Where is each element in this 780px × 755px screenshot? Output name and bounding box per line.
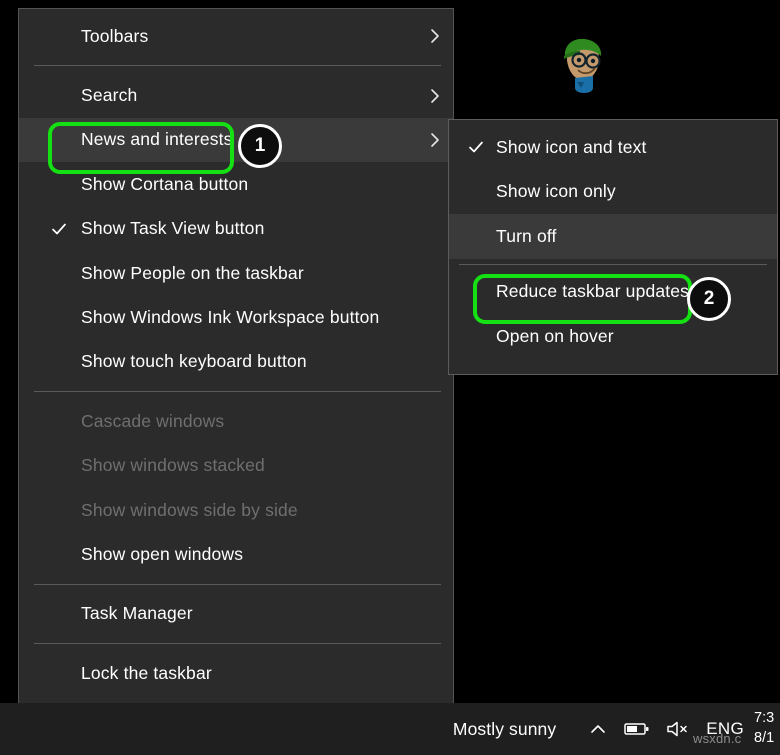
menu-separator — [34, 643, 441, 644]
menu-item-label: Show touch keyboard button — [81, 351, 307, 372]
menu-item-label: News and interests — [81, 129, 233, 150]
submenu-separator — [459, 264, 767, 265]
chevron-right-icon — [427, 132, 443, 148]
menu-item-label: Show Windows Ink Workspace button — [81, 307, 379, 328]
battery-icon[interactable] — [624, 721, 650, 737]
submenu-item-label: Turn off — [496, 226, 557, 247]
menu-item-label: Toolbars — [81, 26, 148, 47]
checkmark-icon — [51, 221, 67, 237]
menu-item-lock-the-taskbar[interactable]: Lock the taskbar — [19, 651, 453, 695]
checkmark-icon — [468, 139, 484, 155]
menu-item-label: Lock the taskbar — [81, 663, 212, 684]
menu-item-show-people-on-the-taskbar[interactable]: Show People on the taskbar — [19, 251, 453, 295]
windows-taskbar: Mostly sunny ENG 7:3 8/1 — [0, 703, 780, 755]
submenu-item-open-on-hover[interactable]: Open on hover — [449, 314, 777, 359]
menu-item-show-open-windows[interactable]: Show open windows — [19, 532, 453, 576]
menu-item-show-windows-ink-workspace-button[interactable]: Show Windows Ink Workspace button — [19, 295, 453, 339]
menu-item-news-and-interests[interactable]: News and interests — [19, 118, 453, 162]
menu-item-label: Show Task View button — [81, 218, 264, 239]
submenu-item-show-icon-and-text[interactable]: Show icon and text — [449, 125, 777, 170]
menu-item-label: Cascade windows — [81, 411, 224, 432]
menu-item-label: Show Cortana button — [81, 174, 248, 195]
chevron-right-icon — [427, 88, 443, 104]
chevron-right-icon — [427, 28, 443, 44]
submenu-item-reduce-taskbar-updates[interactable]: Reduce taskbar updates — [449, 270, 777, 315]
clock-date: 8/1 — [754, 729, 780, 749]
menu-item-show-windows-stacked: Show windows stacked — [19, 444, 453, 488]
menu-item-show-windows-side-by-side: Show windows side by side — [19, 488, 453, 532]
menu-item-show-task-view-button[interactable]: Show Task View button — [19, 207, 453, 251]
news-and-interests-submenu: Show icon and text Show icon only Turn o… — [448, 119, 778, 375]
submenu-item-label: Open on hover — [496, 326, 614, 347]
taskbar-context-menu: Toolbars Search News and interests Show … — [18, 8, 454, 748]
submenu-item-show-icon-only[interactable]: Show icon only — [449, 170, 777, 215]
menu-item-cascade-windows: Cascade windows — [19, 399, 453, 443]
menu-item-label: Show People on the taskbar — [81, 263, 304, 284]
menu-separator — [34, 391, 441, 392]
submenu-item-label: Show icon and text — [496, 137, 647, 158]
menu-separator — [34, 584, 441, 585]
menu-item-toolbars[interactable]: Toolbars — [19, 14, 453, 58]
menu-item-label: Show windows stacked — [81, 455, 265, 476]
taskbar-clock[interactable]: 7:3 8/1 — [754, 709, 780, 748]
menu-item-search[interactable]: Search — [19, 73, 453, 117]
news-and-interests-weather-label[interactable]: Mostly sunny — [453, 719, 556, 740]
show-hidden-icons-chevron-up-icon[interactable] — [588, 719, 608, 739]
submenu-item-label: Show icon only — [496, 181, 616, 202]
menu-item-label: Task Manager — [81, 603, 193, 624]
menu-item-show-cortana-button[interactable]: Show Cortana button — [19, 162, 453, 206]
desktop-background: Toolbars Search News and interests Show … — [0, 0, 780, 755]
submenu-item-label: Reduce taskbar updates — [496, 281, 689, 302]
language-indicator[interactable]: ENG — [706, 719, 744, 739]
menu-item-label: Show open windows — [81, 544, 243, 565]
menu-separator — [34, 65, 441, 66]
menu-item-label: Show windows side by side — [81, 500, 298, 521]
submenu-item-turn-off[interactable]: Turn off — [449, 214, 777, 259]
volume-muted-icon[interactable] — [666, 720, 690, 738]
clock-time: 7:3 — [754, 709, 780, 729]
menu-item-task-manager[interactable]: Task Manager — [19, 592, 453, 636]
menu-item-show-touch-keyboard-button[interactable]: Show touch keyboard button — [19, 340, 453, 384]
menu-item-label: Search — [81, 85, 137, 106]
user-avatar-icon — [553, 32, 609, 94]
